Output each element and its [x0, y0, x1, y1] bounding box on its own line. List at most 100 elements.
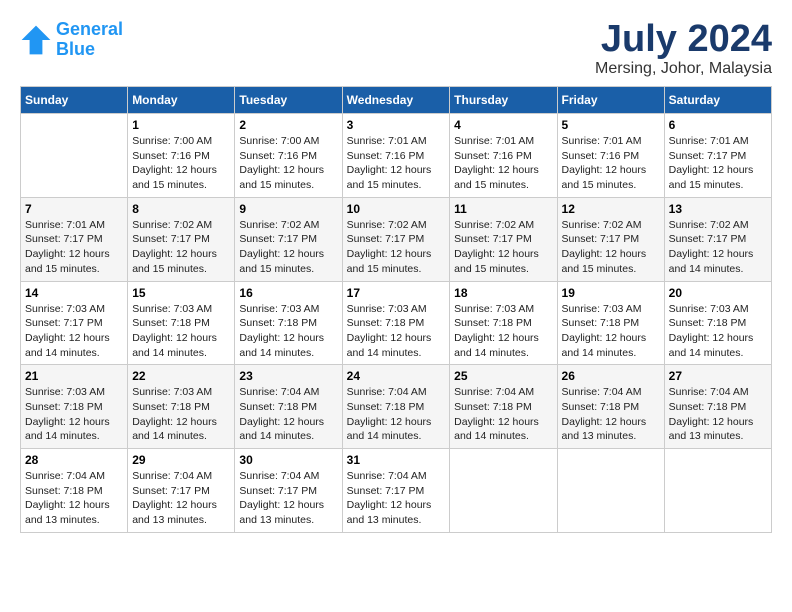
- calendar-cell: 14 Sunrise: 7:03 AM Sunset: 7:17 PM Dayli…: [21, 281, 128, 365]
- day-info: Sunrise: 7:04 AM Sunset: 7:18 PM Dayligh…: [347, 385, 446, 444]
- calendar-cell: 26Sunrise: 7:04 AM Sunset: 7:18 PM Dayli…: [557, 365, 664, 449]
- day-number: 10: [347, 202, 446, 216]
- calendar-cell: 29Sunrise: 7:04 AM Sunset: 7:17 PM Dayli…: [128, 449, 235, 533]
- day-info: Sunrise: 7:03 AM Sunset: 7:18 PM Dayligh…: [454, 302, 552, 361]
- day-header-sunday: Sunday: [21, 87, 128, 114]
- calendar-cell: 3 Sunrise: 7:01 AM Sunset: 7:16 PM Daylig…: [342, 114, 450, 198]
- day-info: Sunrise: 7:01 AM Sunset: 7:16 PM Dayligh…: [562, 134, 660, 193]
- logo-general: General: [56, 19, 123, 39]
- day-info: Sunrise: 7:01 AM Sunset: 7:17 PM Dayligh…: [669, 134, 767, 193]
- calendar-week-3: 14 Sunrise: 7:03 AM Sunset: 7:17 PM Dayli…: [21, 281, 772, 365]
- logo-blue: Blue: [56, 39, 95, 59]
- calendar-table: SundayMondayTuesdayWednesdayThursdayFrid…: [20, 86, 772, 533]
- day-info: Sunrise: 7:01 AM Sunset: 7:17 PM Dayligh…: [25, 218, 123, 277]
- page-header: General Blue July 2024 Mersing, Johor, M…: [20, 20, 772, 78]
- day-info: Sunrise: 7:03 AM Sunset: 7:17 PM Dayligh…: [25, 302, 123, 361]
- day-number: 21: [25, 369, 123, 383]
- calendar-cell: [664, 449, 771, 533]
- logo: General Blue: [20, 20, 123, 60]
- day-number: 26: [562, 369, 660, 383]
- calendar-week-5: 28Sunrise: 7:04 AM Sunset: 7:18 PM Dayli…: [21, 449, 772, 533]
- calendar-cell: [450, 449, 557, 533]
- calendar-cell: 6 Sunrise: 7:01 AM Sunset: 7:17 PM Daylig…: [664, 114, 771, 198]
- calendar-cell: 28Sunrise: 7:04 AM Sunset: 7:18 PM Dayli…: [21, 449, 128, 533]
- day-number: 25: [454, 369, 552, 383]
- logo-icon: [20, 24, 52, 56]
- day-number: 6: [669, 118, 767, 132]
- day-number: 22: [132, 369, 230, 383]
- day-number: 12: [562, 202, 660, 216]
- calendar-cell: 20Sunrise: 7:03 AM Sunset: 7:18 PM Dayli…: [664, 281, 771, 365]
- calendar-cell: 15 Sunrise: 7:03 AM Sunset: 7:18 PM Dayli…: [128, 281, 235, 365]
- day-info: Sunrise: 7:02 AM Sunset: 7:17 PM Dayligh…: [347, 218, 446, 277]
- day-info: Sunrise: 7:01 AM Sunset: 7:16 PM Dayligh…: [347, 134, 446, 193]
- day-number: 9: [239, 202, 337, 216]
- day-info: Sunrise: 7:04 AM Sunset: 7:18 PM Dayligh…: [454, 385, 552, 444]
- day-info: Sunrise: 7:00 AM Sunset: 7:16 PM Dayligh…: [132, 134, 230, 193]
- calendar-week-2: 7 Sunrise: 7:01 AM Sunset: 7:17 PM Daylig…: [21, 197, 772, 281]
- day-header-thursday: Thursday: [450, 87, 557, 114]
- calendar-cell: 1 Sunrise: 7:00 AM Sunset: 7:16 PM Daylig…: [128, 114, 235, 198]
- day-number: 23: [239, 369, 337, 383]
- day-header-tuesday: Tuesday: [235, 87, 342, 114]
- calendar-cell: [21, 114, 128, 198]
- day-info: Sunrise: 7:03 AM Sunset: 7:18 PM Dayligh…: [347, 302, 446, 361]
- calendar-cell: 11 Sunrise: 7:02 AM Sunset: 7:17 PM Dayli…: [450, 197, 557, 281]
- day-info: Sunrise: 7:03 AM Sunset: 7:18 PM Dayligh…: [669, 302, 767, 361]
- calendar-header-row: SundayMondayTuesdayWednesdayThursdayFrid…: [21, 87, 772, 114]
- day-number: 3: [347, 118, 446, 132]
- calendar-cell: 21 Sunrise: 7:03 AM Sunset: 7:18 PM Dayli…: [21, 365, 128, 449]
- calendar-cell: 4Sunrise: 7:01 AM Sunset: 7:16 PM Daylig…: [450, 114, 557, 198]
- day-number: 14: [25, 286, 123, 300]
- day-number: 16: [239, 286, 337, 300]
- day-number: 7: [25, 202, 123, 216]
- day-number: 30: [239, 453, 337, 467]
- day-info: Sunrise: 7:04 AM Sunset: 7:18 PM Dayligh…: [239, 385, 337, 444]
- calendar-week-4: 21 Sunrise: 7:03 AM Sunset: 7:18 PM Dayli…: [21, 365, 772, 449]
- day-number: 15: [132, 286, 230, 300]
- day-number: 5: [562, 118, 660, 132]
- day-info: Sunrise: 7:00 AM Sunset: 7:16 PM Dayligh…: [239, 134, 337, 193]
- calendar-cell: [557, 449, 664, 533]
- day-info: Sunrise: 7:04 AM Sunset: 7:17 PM Dayligh…: [239, 469, 337, 528]
- calendar-cell: 7 Sunrise: 7:01 AM Sunset: 7:17 PM Daylig…: [21, 197, 128, 281]
- calendar-week-1: 1 Sunrise: 7:00 AM Sunset: 7:16 PM Daylig…: [21, 114, 772, 198]
- location: Mersing, Johor, Malaysia: [595, 60, 772, 78]
- day-info: Sunrise: 7:03 AM Sunset: 7:18 PM Dayligh…: [239, 302, 337, 361]
- calendar-cell: 24Sunrise: 7:04 AM Sunset: 7:18 PM Dayli…: [342, 365, 450, 449]
- day-number: 4: [454, 118, 552, 132]
- calendar-cell: 10 Sunrise: 7:02 AM Sunset: 7:17 PM Dayli…: [342, 197, 450, 281]
- day-info: Sunrise: 7:03 AM Sunset: 7:18 PM Dayligh…: [132, 302, 230, 361]
- title-block: July 2024 Mersing, Johor, Malaysia: [595, 20, 772, 78]
- logo-text: General Blue: [56, 20, 123, 60]
- day-number: 17: [347, 286, 446, 300]
- calendar-cell: 25 Sunrise: 7:04 AM Sunset: 7:18 PM Dayli…: [450, 365, 557, 449]
- day-info: Sunrise: 7:03 AM Sunset: 7:18 PM Dayligh…: [25, 385, 123, 444]
- calendar-cell: 30 Sunrise: 7:04 AM Sunset: 7:17 PM Dayli…: [235, 449, 342, 533]
- day-number: 19: [562, 286, 660, 300]
- calendar-cell: 19 Sunrise: 7:03 AM Sunset: 7:18 PM Dayli…: [557, 281, 664, 365]
- month-title: July 2024: [595, 20, 772, 58]
- day-info: Sunrise: 7:04 AM Sunset: 7:17 PM Dayligh…: [132, 469, 230, 528]
- day-number: 13: [669, 202, 767, 216]
- day-info: Sunrise: 7:02 AM Sunset: 7:17 PM Dayligh…: [669, 218, 767, 277]
- calendar-cell: 13 Sunrise: 7:02 AM Sunset: 7:17 PM Dayli…: [664, 197, 771, 281]
- day-number: 1: [132, 118, 230, 132]
- calendar-cell: 18 Sunrise: 7:03 AM Sunset: 7:18 PM Dayli…: [450, 281, 557, 365]
- calendar-cell: 9Sunrise: 7:02 AM Sunset: 7:17 PM Daylig…: [235, 197, 342, 281]
- calendar-cell: 31Sunrise: 7:04 AM Sunset: 7:17 PM Dayli…: [342, 449, 450, 533]
- day-info: Sunrise: 7:03 AM Sunset: 7:18 PM Dayligh…: [132, 385, 230, 444]
- day-info: Sunrise: 7:02 AM Sunset: 7:17 PM Dayligh…: [562, 218, 660, 277]
- calendar-cell: 8 Sunrise: 7:02 AM Sunset: 7:17 PM Daylig…: [128, 197, 235, 281]
- day-number: 8: [132, 202, 230, 216]
- day-number: 27: [669, 369, 767, 383]
- day-info: Sunrise: 7:03 AM Sunset: 7:18 PM Dayligh…: [562, 302, 660, 361]
- day-number: 18: [454, 286, 552, 300]
- day-header-monday: Monday: [128, 87, 235, 114]
- day-info: Sunrise: 7:04 AM Sunset: 7:18 PM Dayligh…: [669, 385, 767, 444]
- calendar-cell: 23 Sunrise: 7:04 AM Sunset: 7:18 PM Dayli…: [235, 365, 342, 449]
- day-number: 11: [454, 202, 552, 216]
- day-info: Sunrise: 7:02 AM Sunset: 7:17 PM Dayligh…: [132, 218, 230, 277]
- day-number: 2: [239, 118, 337, 132]
- day-info: Sunrise: 7:02 AM Sunset: 7:17 PM Dayligh…: [454, 218, 552, 277]
